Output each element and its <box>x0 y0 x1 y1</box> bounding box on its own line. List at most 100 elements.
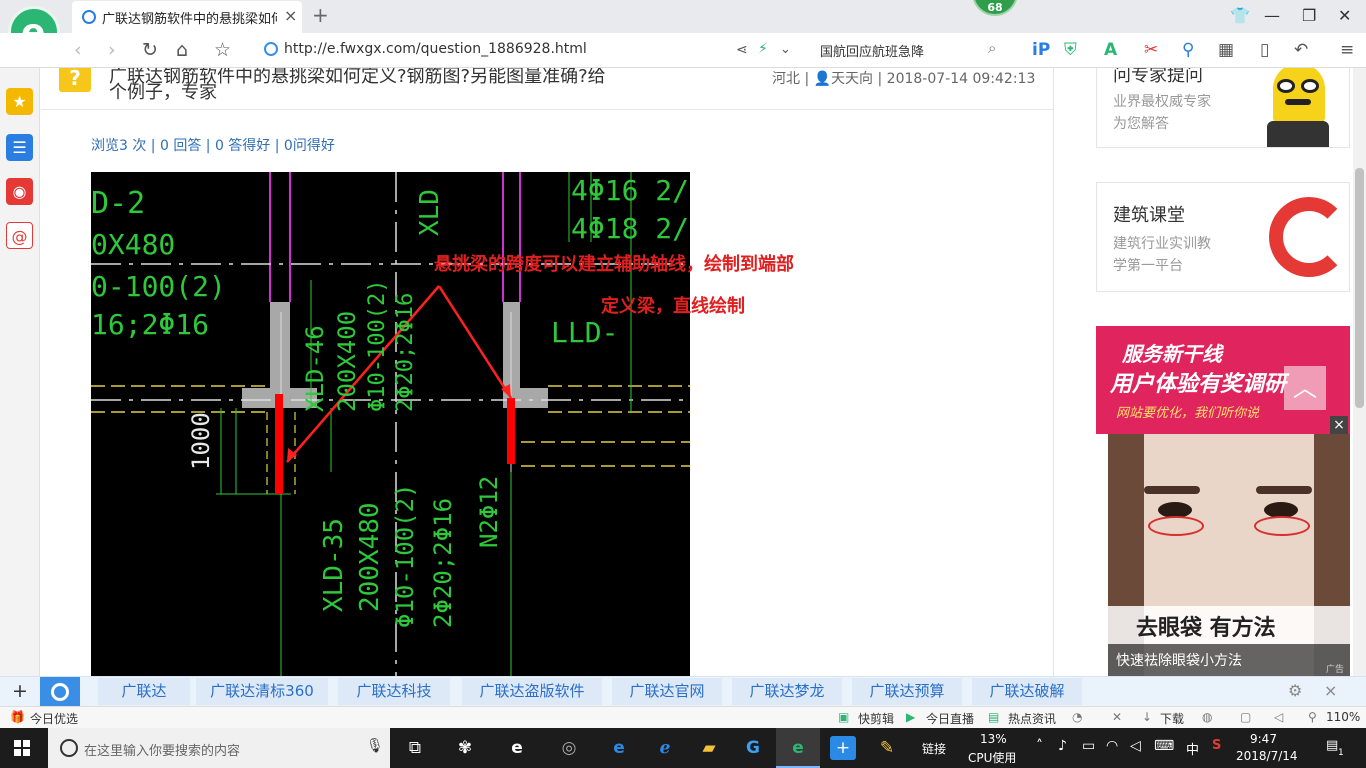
forward-icon[interactable]: › <box>108 39 116 61</box>
microphone-icon[interactable]: 🎙 <box>366 738 384 754</box>
ime-indicator[interactable]: 中 <box>1186 739 1199 758</box>
hot-word[interactable]: 广联达科技 <box>338 678 450 705</box>
file-explorer-icon[interactable]: ▰ <box>696 736 722 760</box>
gear-icon[interactable]: ⚙ <box>1288 681 1302 700</box>
left-sidebar: ★ ☰ ◉ @ <box>0 68 40 676</box>
links-toolbar[interactable]: 链接 <box>922 740 946 757</box>
apps-grid-icon[interactable]: ▦ <box>1218 40 1234 60</box>
main-content: ? 广联达钢筋软件中的悬挑梁如何定义?钢筋图?另能图量准确?给 个例子，专家 河… <box>41 68 1054 676</box>
hot-word[interactable]: 广联达清标360 <box>196 678 328 705</box>
ie-browser-icon[interactable]: e <box>504 736 530 760</box>
undo-icon[interactable]: ↶ <box>1294 40 1308 60</box>
window-icon[interactable]: ▢ <box>1240 710 1251 724</box>
favorite-star-icon[interactable]: ☆ <box>214 39 231 61</box>
ad-banner[interactable]: 服务新干线 用户体验有奖调研 网站要优化，我们听你说 ︿ × <box>1096 326 1350 434</box>
clock-date[interactable]: 2018/7/14 <box>1236 749 1298 763</box>
plus-app-icon[interactable]: + <box>830 736 856 760</box>
cleanup-icon[interactable]: ◍ <box>1202 710 1212 724</box>
translate-icon[interactable]: A <box>1104 40 1117 60</box>
lightning-icon[interactable]: ⚡ <box>758 41 768 57</box>
battery-icon[interactable]: ▭ <box>1082 738 1095 754</box>
close-hotbar-button[interactable]: × <box>1324 681 1337 700</box>
restore-icon[interactable]: ❐ <box>1302 6 1316 25</box>
building-class-card[interactable]: 建筑课堂 建筑行业实训教 学第一平台 <box>1096 182 1350 292</box>
search-box[interactable]: 国航回应航班急降 ⌕ <box>812 37 1012 63</box>
notification-bell-icon[interactable]: ♪ <box>1058 738 1067 754</box>
volume-icon[interactable]: ◁ <box>1130 738 1141 754</box>
card-desc: 为您解答 <box>1113 116 1169 132</box>
download-link[interactable]: 下载 <box>1160 710 1184 727</box>
hot-word[interactable]: 广联达官网 <box>612 678 722 705</box>
share-icon[interactable]: ⋖ <box>736 42 748 58</box>
chevron-up-icon[interactable]: ˄ <box>1036 738 1043 754</box>
pinwheel-app-icon[interactable]: ✾ <box>452 736 478 760</box>
spiral-app-icon[interactable]: ◎ <box>556 736 582 760</box>
speed-icon[interactable]: ◔ <box>1072 710 1082 724</box>
today-picks-link[interactable]: 今日优选 <box>30 710 78 727</box>
search-query[interactable]: 国航回应航班急降 <box>820 41 924 60</box>
clock-time[interactable]: 9:47 <box>1250 732 1277 746</box>
back-to-top-button[interactable]: ︿ <box>1284 366 1326 410</box>
news-list-icon[interactable]: ☰ <box>6 134 33 161</box>
mute-icon[interactable]: ✕ <box>1112 710 1122 724</box>
skin-shirt-icon[interactable]: 👕 <box>1230 6 1250 25</box>
score-badge[interactable]: 68 <box>972 0 1018 16</box>
hot-word[interactable]: 广联达预算 <box>852 678 962 705</box>
live-link[interactable]: 今日直播 <box>926 710 974 727</box>
sogou-icon[interactable]: S <box>1212 738 1221 753</box>
search-360-icon[interactable] <box>40 677 80 706</box>
address-bar[interactable]: http://e.fwxgx.com/question_1886928.html <box>258 37 808 63</box>
close-window-icon[interactable]: ✕ <box>1338 6 1351 25</box>
ad-face-image[interactable]: 去眼袋 有方法 快速祛除眼袋小方法 广告 <box>1108 434 1350 676</box>
hot-word[interactable]: 广联达梦龙 <box>732 678 842 705</box>
scrollbar-thumb[interactable] <box>1355 168 1364 408</box>
browser-tab[interactable]: 广联达钢筋软件中的悬挑梁如何定义 × <box>72 1 302 33</box>
email-icon[interactable]: @ <box>6 222 33 249</box>
ip-tool-icon[interactable]: iP <box>1032 40 1050 60</box>
glodon-app-icon[interactable]: G <box>740 736 766 760</box>
ask-expert-card[interactable]: 问专家提问 业界最权威专家 为您解答 <box>1096 68 1350 148</box>
shield-money-icon[interactable]: ⛨ <box>1064 40 1077 60</box>
card-desc: 建筑行业实训教 <box>1113 236 1211 252</box>
hot-word[interactable]: 广联达破解 <box>972 678 1082 705</box>
close-tab-button[interactable]: × <box>284 6 297 25</box>
sound-icon[interactable]: ◁ <box>1274 710 1283 724</box>
taskbar-search-placeholder[interactable]: 在这里输入你要搜索的内容 <box>84 740 240 759</box>
search-icon[interactable]: ⌕ <box>988 39 996 57</box>
task-view-icon[interactable]: ⧉ <box>402 736 428 760</box>
action-center-icon[interactable]: ▤ <box>1326 738 1338 753</box>
chevron-down-icon[interactable]: ⌄ <box>780 42 791 57</box>
mobile-icon[interactable]: ▯ <box>1260 40 1269 60</box>
zoom-level[interactable]: 110% <box>1326 710 1360 724</box>
hot-word[interactable]: 广联达 <box>98 678 190 705</box>
home-icon[interactable]: ⌂ <box>176 39 188 61</box>
weibo-icon[interactable]: ◉ <box>6 178 33 205</box>
ad-subtitle: 网站要优化，我们听你说 <box>1116 406 1260 421</box>
magnifier-tool-icon[interactable]: ⚲ <box>1182 40 1194 60</box>
new-tab-button[interactable]: + <box>312 3 329 27</box>
keyboard-icon[interactable]: ⌨ <box>1154 738 1174 754</box>
cad-label: 2Φ20;2Φ16 <box>393 292 418 412</box>
active-browser-task[interactable]: e <box>776 728 820 768</box>
navigation-bar: ‹ › ↻ ⌂ ☆ http://e.fwxgx.com/question_18… <box>0 33 1366 68</box>
minimize-icon[interactable]: — <box>1264 6 1280 25</box>
add-icon[interactable]: + <box>12 680 28 702</box>
taskbar-search[interactable]: 在这里输入你要搜索的内容 🎙 <box>48 728 390 768</box>
url-text[interactable]: http://e.fwxgx.com/question_1886928.html <box>284 41 587 57</box>
internet-explorer-icon[interactable]: ℯ <box>652 736 678 760</box>
scissors-icon[interactable]: ✂ <box>1144 40 1158 60</box>
wifi-icon[interactable]: ◠ <box>1106 738 1118 754</box>
refresh-icon[interactable]: ↻ <box>142 39 158 61</box>
hot-news-link[interactable]: 热点资讯 <box>1008 710 1056 727</box>
ad-close-button[interactable]: × <box>1330 416 1348 434</box>
notes-app-icon[interactable]: ✎ <box>874 736 900 760</box>
windows-start-icon[interactable] <box>14 740 30 756</box>
kuaijianji-link[interactable]: 快剪辑 <box>858 710 894 727</box>
hot-word[interactable]: 广联达盗版软件 <box>462 678 602 705</box>
edge-icon[interactable]: e <box>606 736 632 760</box>
menu-icon[interactable]: ≡ <box>1340 40 1354 60</box>
question-stats[interactable]: 浏览3 次 | 0 回答 | 0 答得好 | 0问得好 <box>91 135 335 155</box>
back-icon[interactable]: ‹ <box>74 39 82 61</box>
page-scrollbar[interactable] <box>1353 68 1366 676</box>
favorites-star-icon[interactable]: ★ <box>6 88 33 115</box>
